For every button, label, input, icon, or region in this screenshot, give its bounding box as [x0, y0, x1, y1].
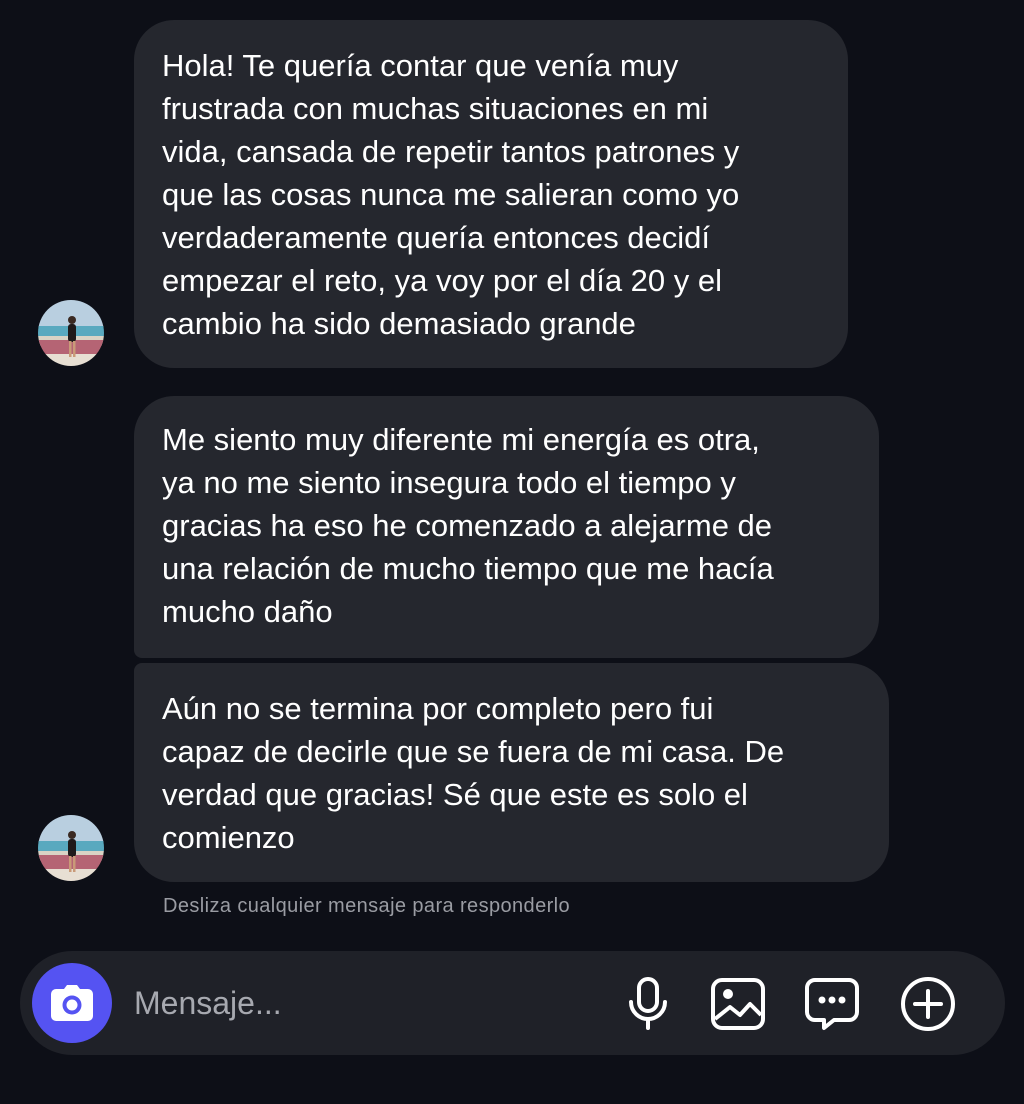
sender-avatar[interactable] — [38, 300, 104, 366]
message-input[interactable] — [134, 979, 604, 1027]
avatar-photo-icon — [38, 300, 104, 366]
microphone-icon — [629, 977, 667, 1030]
message-bubble[interactable]: Aún no se termina por completo pero fui … — [134, 663, 889, 882]
message-composer — [20, 951, 1005, 1055]
image-icon — [711, 978, 765, 1030]
plus-icon — [901, 977, 955, 1031]
sticker-button[interactable] — [802, 975, 862, 1033]
chat-screen: Hola! Te quería contar que venía muy fru… — [0, 0, 1024, 1104]
reply-hint: Desliza cualquier mensaje para responder… — [163, 895, 571, 917]
more-options-button[interactable] — [898, 975, 958, 1033]
camera-button[interactable] — [32, 963, 112, 1043]
message-bubble[interactable]: Hola! Te quería contar que venía muy fru… — [134, 20, 848, 368]
gallery-button[interactable] — [708, 975, 768, 1033]
camera-icon — [51, 985, 93, 1021]
sticker-chat-icon — [805, 978, 859, 1030]
microphone-button[interactable] — [618, 975, 678, 1033]
avatar-photo-icon — [38, 815, 104, 881]
message-bubble[interactable]: Me siento muy diferente mi energía es ot… — [134, 396, 879, 658]
sender-avatar[interactable] — [38, 815, 104, 881]
